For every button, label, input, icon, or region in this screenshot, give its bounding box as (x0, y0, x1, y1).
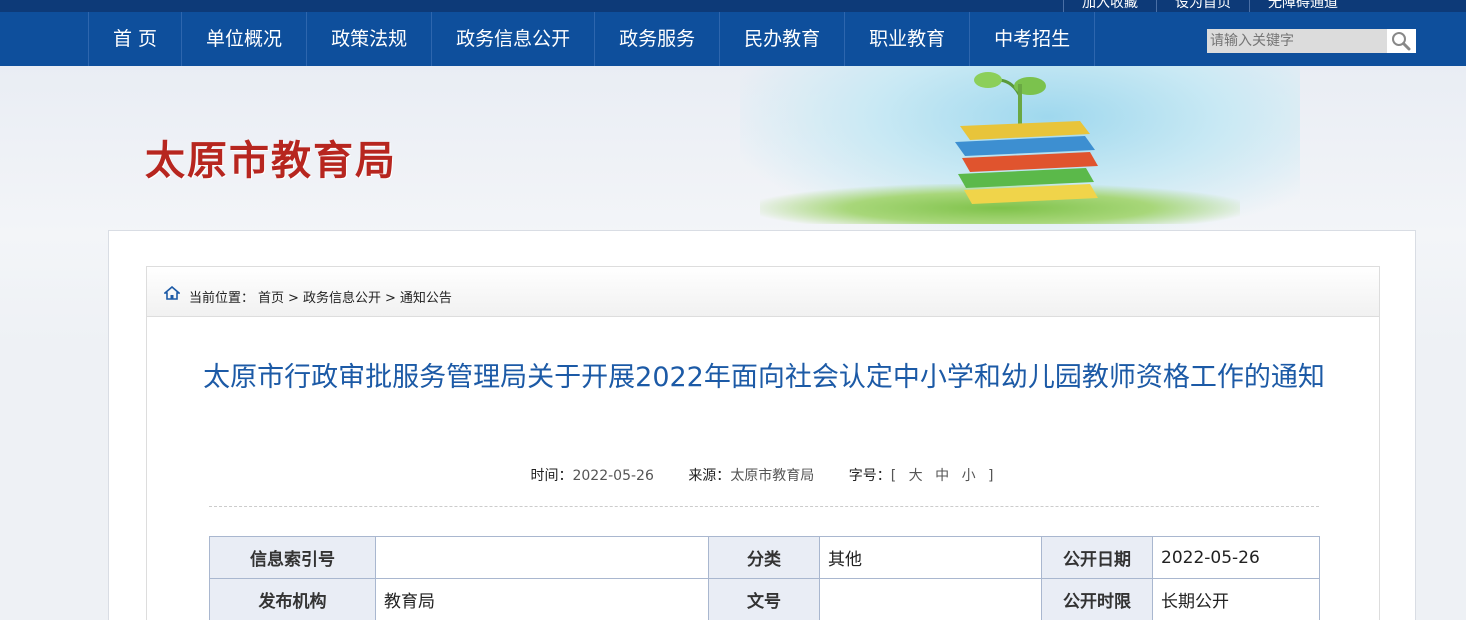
breadcrumb-sep: > (384, 291, 396, 306)
time-label: 时间： (530, 468, 573, 484)
table-value (819, 578, 1042, 620)
table-value: 教育局 (375, 578, 709, 620)
breadcrumb-text: 当前位置： 首页 > 政务信息公开 > 通知公告 (189, 287, 456, 306)
source-label: 来源： (688, 468, 731, 484)
font-size-label: 字号： (848, 468, 891, 484)
nav-item-vocational-edu[interactable]: 职业教育 (844, 12, 969, 66)
table-key: 公开时限 (1041, 578, 1153, 620)
table-key: 文号 (708, 578, 820, 620)
books-illustration (955, 72, 1098, 204)
table-key: 发布机构 (209, 578, 376, 620)
table-value: 长期公开 (1152, 578, 1320, 620)
meta-divider (209, 506, 1319, 507)
accessibility-link[interactable]: 无障碍通道 (1249, 0, 1356, 12)
article: 太原市行政审批服务管理局关于开展2022年面向社会认定中小学和幼儿园教师资格工作… (146, 317, 1380, 620)
breadcrumb-label: 当前位置： (189, 291, 255, 306)
breadcrumb-notices[interactable]: 通知公告 (400, 291, 452, 306)
table-key: 公开日期 (1041, 536, 1153, 579)
search-icon[interactable] (1390, 31, 1412, 51)
nav-menu: 首 页 单位概况 政策法规 政务信息公开 政务服务 民办教育 职业教育 中考招生 (88, 12, 1096, 66)
table-key: 分类 (708, 536, 820, 579)
table-value (375, 536, 709, 579)
search-box (1207, 29, 1416, 53)
article-title: 太原市行政审批服务管理局关于开展2022年面向社会认定中小学和幼儿园教师资格工作… (203, 362, 1325, 393)
home-icon (164, 286, 180, 300)
table-key: 信息索引号 (209, 536, 376, 579)
site-title: 太原市教育局 (145, 138, 397, 184)
table-row: 发布机构 教育局 文号 公开时限 长期公开 (209, 578, 1320, 620)
utility-links: 加入收藏 设为首页 无障碍通道 (1063, 0, 1356, 12)
nav-item-gov-info[interactable]: 政务信息公开 (431, 12, 594, 66)
nav-item-private-edu[interactable]: 民办教育 (719, 12, 844, 66)
table-value: 2022-05-26 (1152, 536, 1320, 579)
breadcrumb: 当前位置： 首页 > 政务信息公开 > 通知公告 (146, 266, 1380, 317)
nav-item-enrollment[interactable]: 中考招生 (969, 12, 1096, 66)
search-input[interactable] (1207, 29, 1387, 53)
time-value: 2022-05-26 (572, 468, 654, 484)
main-nav: 首 页 单位概况 政策法规 政务信息公开 政务服务 民办教育 职业教育 中考招生 (0, 12, 1466, 66)
breadcrumb-sep: > (288, 291, 299, 306)
font-size-options[interactable]: [ 大 中 小 ] (891, 468, 998, 484)
breadcrumb-gov-info[interactable]: 政务信息公开 (303, 291, 381, 306)
add-favorite-link[interactable]: 加入收藏 (1063, 0, 1156, 12)
set-homepage-link[interactable]: 设为首页 (1156, 0, 1249, 12)
source-value: 太原市教育局 (730, 468, 815, 484)
info-table: 信息索引号 分类 其他 公开日期 2022-05-26 发布机构 教育局 文号 … (209, 536, 1320, 620)
utility-bar: 加入收藏 设为首页 无障碍通道 (0, 0, 1466, 12)
content-container: 当前位置： 首页 > 政务信息公开 > 通知公告 太原市行政审批服务管理局关于开展2022… (108, 230, 1416, 620)
nav-item-overview[interactable]: 单位概况 (181, 12, 306, 66)
nav-item-gov-service[interactable]: 政务服务 (594, 12, 719, 66)
nav-item-policy[interactable]: 政策法规 (306, 12, 431, 66)
article-meta: 时间：2022-05-26 来源：太原市教育局 字号：[ 大 中 小 ] (147, 465, 1381, 485)
nav-item-home[interactable]: 首 页 (88, 12, 181, 66)
table-value: 其他 (819, 536, 1042, 579)
breadcrumb-home[interactable]: 首页 (258, 291, 284, 306)
table-row: 信息索引号 分类 其他 公开日期 2022-05-26 (209, 536, 1320, 579)
